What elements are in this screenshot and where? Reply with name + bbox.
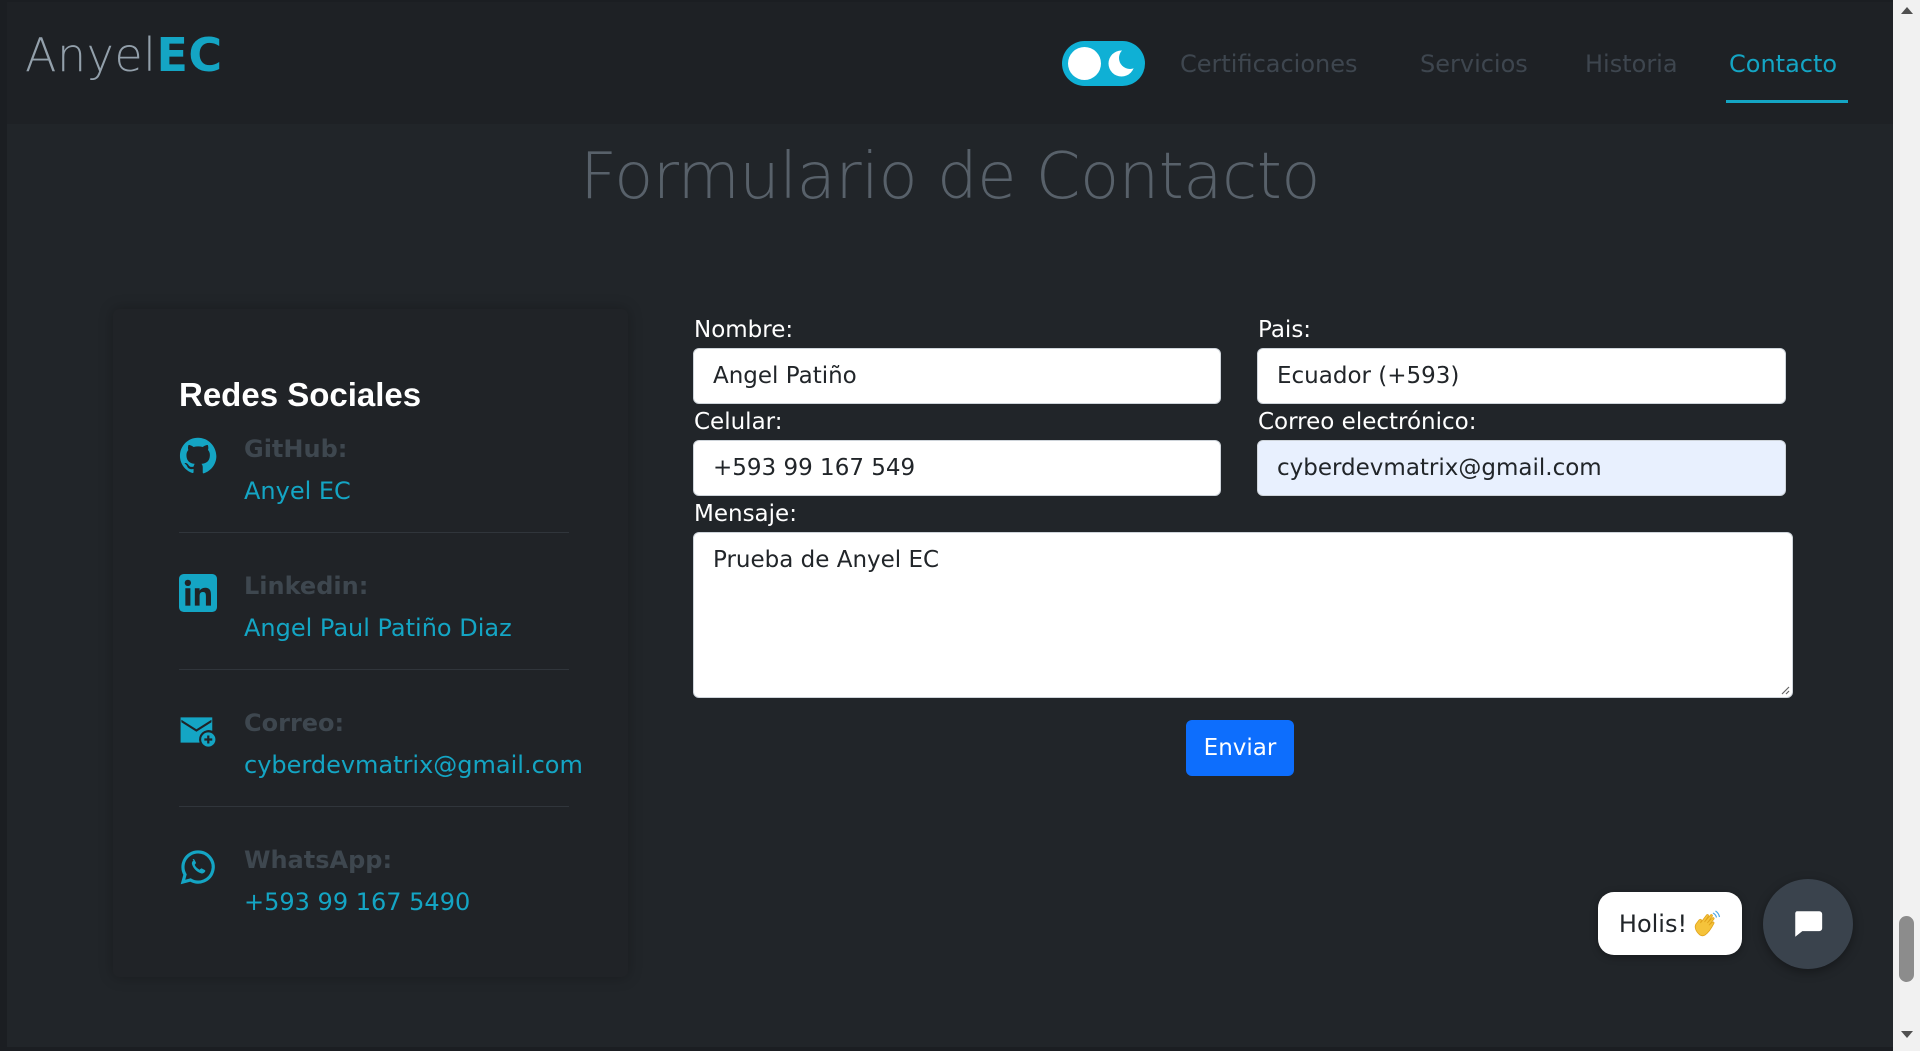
nav-certificaciones[interactable]: Certificaciones xyxy=(1180,50,1358,78)
mensaje-textarea[interactable]: Prueba de Anyel EC xyxy=(693,532,1793,698)
pais-input[interactable]: Ecuador (+593) xyxy=(1257,348,1786,404)
social-label: WhatsApp: xyxy=(244,846,393,874)
social-label: Correo: xyxy=(244,709,345,737)
social-item-github: GitHub: Anyel EC xyxy=(179,435,569,574)
nombre-label: Nombre: xyxy=(694,317,794,343)
celular-input[interactable]: +593 99 167 549 xyxy=(693,440,1221,496)
scroll-down-arrow-icon[interactable] xyxy=(1901,1031,1913,1038)
nav-contacto[interactable]: Contacto xyxy=(1729,50,1837,78)
resize-handle-icon[interactable] xyxy=(1778,683,1790,695)
browser-viewport: AnyelEC Certificaciones Servicios Histor… xyxy=(7,2,1893,1047)
scroll-thumb[interactable] xyxy=(1899,916,1914,982)
celular-label: Celular: xyxy=(694,409,783,435)
social-heading: Redes Sociales xyxy=(179,376,422,413)
divider xyxy=(179,532,569,533)
mail-icon xyxy=(180,717,216,747)
github-icon xyxy=(179,437,217,474)
nombre-input[interactable]: Angel Patiño xyxy=(693,348,1221,404)
linkedin-link[interactable]: Angel Paul Patiño Diaz xyxy=(244,614,512,642)
whatsapp-icon xyxy=(180,850,215,885)
toggle-knob xyxy=(1068,47,1101,80)
whatsapp-link[interactable]: +593 99 167 5490 xyxy=(244,888,470,916)
email-link[interactable]: cyberdevmatrix@gmail.com xyxy=(244,751,583,779)
social-item-linkedin: Linkedin: Angel Paul Patiño Diaz xyxy=(179,572,569,711)
mensaje-label: Mensaje: xyxy=(694,501,797,527)
social-card: Redes Sociales GitHub: Anyel EC Linkedin… xyxy=(113,309,628,977)
correo-label: Correo electrónico: xyxy=(1258,409,1477,435)
social-item-correo: Correo: cyberdevmatrix@gmail.com xyxy=(179,709,583,848)
mensaje-text: Prueba de Anyel EC xyxy=(713,547,940,573)
theme-toggle[interactable] xyxy=(1062,41,1145,86)
chat-greeting-text: Holis! xyxy=(1618,909,1688,938)
active-nav-indicator xyxy=(1726,100,1848,103)
chat-icon xyxy=(1795,911,1823,937)
divider xyxy=(179,806,569,807)
divider xyxy=(179,669,569,670)
scroll-up-arrow-icon[interactable] xyxy=(1901,7,1913,14)
nav-servicios[interactable]: Servicios xyxy=(1420,50,1528,78)
chat-launcher-button[interactable] xyxy=(1763,879,1853,969)
brand-accent: EC xyxy=(156,28,223,82)
github-link[interactable]: Anyel EC xyxy=(244,477,351,505)
linkedin-icon xyxy=(179,574,217,612)
social-item-whatsapp: WhatsApp: +593 99 167 5490 xyxy=(179,846,569,985)
moon-icon xyxy=(1108,48,1137,77)
nav-historia[interactable]: Historia xyxy=(1585,50,1678,78)
waving-hand-icon xyxy=(1694,909,1721,936)
page-scrollbar[interactable] xyxy=(1893,0,1920,1051)
brand-name: Anyel xyxy=(25,28,157,82)
social-label: Linkedin: xyxy=(244,572,369,600)
page-title: Formulario de Contacto xyxy=(580,140,1320,214)
brand-logo[interactable]: AnyelEC xyxy=(25,28,223,82)
submit-button[interactable]: Enviar xyxy=(1186,720,1294,776)
email-field[interactable]: cyberdevmatrix@gmail.com xyxy=(1257,440,1786,496)
navbar: AnyelEC Certificaciones Servicios Histor… xyxy=(7,2,1893,124)
chat-greeting-bubble[interactable]: Holis! xyxy=(1598,892,1742,955)
social-label: GitHub: xyxy=(244,435,348,463)
pais-label: Pais: xyxy=(1258,317,1312,343)
